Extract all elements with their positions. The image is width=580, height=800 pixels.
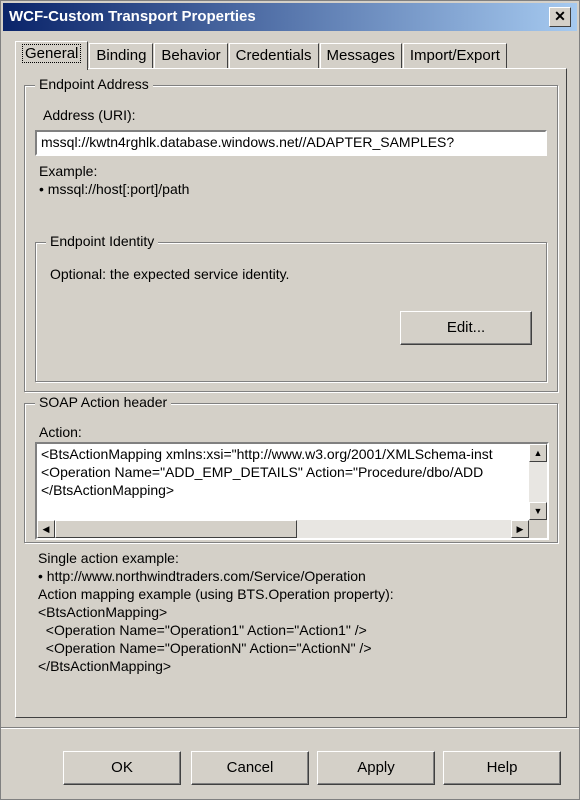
ok-button[interactable]: OK (63, 751, 181, 785)
endpoint-address-group-label: Endpoint Address (35, 76, 153, 92)
scroll-left-arrow-icon[interactable]: ◀ (37, 520, 55, 538)
endpoint-identity-group-label: Endpoint Identity (46, 233, 159, 249)
soap-action-group-label: SOAP Action header (35, 394, 172, 410)
horizontal-scrollbar[interactable]: ◀ ▶ (37, 520, 529, 538)
address-label: Address (URI): (43, 107, 136, 123)
help-line: <Operation Name="OperationN" Action="Act… (38, 640, 372, 656)
tab-credentials[interactable]: Credentials (228, 43, 319, 69)
vertical-scrollbar[interactable]: ▲ ▼ (529, 444, 547, 520)
help-line: Single action example: (38, 550, 179, 566)
general-tab-page: Endpoint Address Address (URI): mssql://… (15, 68, 567, 718)
example-label: Example: (39, 163, 98, 179)
close-button[interactable]: ✕ (549, 7, 571, 27)
endpoint-address-group: Endpoint Address Address (URI): mssql://… (24, 76, 558, 392)
tab-strip: General Binding Behavior Credentials Mes… (15, 41, 508, 70)
separator (1, 727, 579, 729)
help-line: Action mapping example (using BTS.Operat… (38, 586, 394, 602)
action-line: <BtsActionMapping xmlns:xsi="http://www.… (41, 446, 493, 462)
tab-import-export[interactable]: Import/Export (402, 43, 507, 69)
address-uri-input[interactable]: mssql://kwtn4rghlk.database.windows.net/… (35, 130, 547, 156)
help-button[interactable]: Help (443, 751, 561, 785)
tab-binding[interactable]: Binding (89, 43, 154, 69)
close-icon: ✕ (554, 8, 566, 24)
edit-identity-button[interactable]: Edit... (400, 311, 532, 345)
help-line: • http://www.northwindtraders.com/Servic… (38, 568, 366, 584)
scroll-up-arrow-icon[interactable]: ▲ (529, 444, 547, 462)
horizontal-scroll-thumb[interactable] (55, 520, 297, 538)
tab-behavior[interactable]: Behavior (154, 43, 228, 69)
apply-button[interactable]: Apply (317, 751, 435, 785)
tab-general[interactable]: General (15, 41, 89, 70)
help-line: <Operation Name="Operation1" Action="Act… (38, 622, 367, 638)
window-title: WCF-Custom Transport Properties (9, 8, 256, 25)
scrollbar-corner (529, 520, 547, 538)
example-value: • mssql://host[:port]/path (39, 181, 190, 197)
dialog-button-bar: OK Cancel Apply Help (1, 727, 579, 799)
tab-messages[interactable]: Messages (319, 43, 402, 69)
cancel-button[interactable]: Cancel (191, 751, 309, 785)
scroll-down-arrow-icon[interactable]: ▼ (529, 502, 547, 520)
action-line: <Operation Name="ADD_EMP_DETAILS" Action… (41, 464, 484, 480)
action-textarea[interactable]: <BtsActionMapping xmlns:xsi="http://www.… (35, 442, 549, 540)
endpoint-identity-group: Endpoint Identity Optional: the expected… (35, 233, 547, 382)
help-line: <BtsActionMapping> (38, 604, 168, 620)
scroll-right-arrow-icon[interactable]: ▶ (511, 520, 529, 538)
soap-action-group: SOAP Action header Action: <BtsActionMap… (24, 394, 558, 543)
title-bar[interactable]: WCF-Custom Transport Properties ✕ (3, 3, 577, 31)
action-line: </BtsActionMapping> (41, 482, 175, 498)
help-line: </BtsActionMapping> (38, 658, 172, 674)
action-label: Action: (39, 424, 82, 440)
dialog-window: WCF-Custom Transport Properties ✕ Genera… (0, 0, 580, 800)
identity-description: Optional: the expected service identity. (50, 266, 290, 282)
